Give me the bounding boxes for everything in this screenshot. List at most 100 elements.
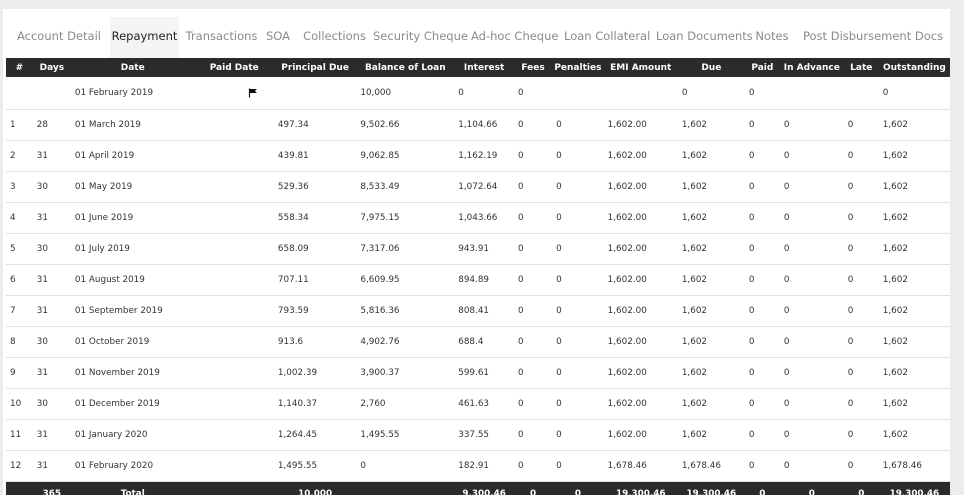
tab-security-cheque[interactable]: Security Cheque bbox=[373, 17, 468, 62]
col-balance-of-loan-cell: 1,495.55 bbox=[356, 419, 455, 451]
col-paid-date-cell bbox=[194, 450, 274, 482]
col-index-cell: 8 bbox=[6, 326, 33, 358]
col-outstanding-cell: 1,602 bbox=[878, 264, 950, 296]
col-days-cell: 30 bbox=[32, 233, 71, 265]
col-fees-cell: 0 bbox=[514, 388, 553, 420]
tab-loan-documents[interactable]: Loan Documents bbox=[656, 17, 753, 62]
col-late-header[interactable]: Late bbox=[843, 58, 879, 77]
col-emi-amount-cell: 1,602.00 bbox=[603, 295, 678, 327]
col-outstanding-cell: 1,602 bbox=[878, 295, 950, 327]
col-principal-due-cell: 439.81 bbox=[273, 140, 357, 172]
col-late-cell: 0 bbox=[843, 357, 879, 389]
col-days-cell: 31 bbox=[32, 202, 71, 234]
col-principal-due-cell: 707.11 bbox=[273, 264, 357, 296]
col-fees-cell: 0 bbox=[514, 264, 553, 296]
col-principal-due-cell: 529.36 bbox=[273, 171, 357, 203]
col-paid-date-header[interactable]: Paid Date bbox=[194, 58, 274, 77]
col-interest-cell: 808.41 bbox=[454, 295, 514, 327]
col-paid-date-cell bbox=[194, 77, 274, 110]
col-emi-amount-total: 19,300.46 bbox=[603, 481, 678, 495]
col-emi-amount-header[interactable]: EMI Amount bbox=[603, 58, 678, 77]
col-days-cell: 31 bbox=[32, 357, 71, 389]
col-balance-of-loan-cell: 9,062.85 bbox=[356, 140, 455, 172]
col-outstanding-header[interactable]: Outstanding bbox=[878, 58, 950, 77]
col-date-cell: 01 February 2019 bbox=[70, 77, 195, 110]
col-date-header[interactable]: Date bbox=[70, 58, 195, 77]
col-date-cell: 01 December 2019 bbox=[70, 388, 195, 420]
col-balance-of-loan-total bbox=[356, 481, 455, 495]
col-interest-header[interactable]: Interest bbox=[454, 58, 514, 77]
col-balance-of-loan-cell: 10,000 bbox=[356, 77, 455, 110]
tab-repayment[interactable]: Repayment bbox=[110, 17, 179, 62]
col-due-cell: 1,678.46 bbox=[677, 450, 745, 482]
col-paid-cell: 0 bbox=[744, 357, 780, 389]
tab-account-detail[interactable]: Account Detail bbox=[17, 17, 101, 62]
col-due-cell: 1,602 bbox=[677, 388, 745, 420]
table-total-row: 365 Total 10,000 9,300.46 0 0 19,300.46 19,300.… bbox=[6, 481, 950, 495]
col-fees-cell: 0 bbox=[514, 109, 553, 141]
tab-ad-hoc-cheque[interactable]: Ad-hoc Cheque bbox=[471, 17, 558, 62]
col-late-cell: 0 bbox=[843, 295, 879, 327]
col-late-cell: 0 bbox=[843, 264, 879, 296]
col-index-cell: 3 bbox=[6, 171, 33, 203]
col-outstanding-cell: 1,602 bbox=[878, 419, 950, 451]
col-principal-due-total: 10,000 bbox=[273, 481, 357, 495]
tab-loan-collateral[interactable]: Loan Collateral bbox=[564, 17, 650, 62]
col-paid-cell: 0 bbox=[744, 295, 780, 327]
tab-collections[interactable]: Collections bbox=[301, 17, 368, 62]
col-principal-due-cell: 793.59 bbox=[273, 295, 357, 327]
col-days-total: 365 bbox=[32, 481, 71, 495]
col-late-cell: 0 bbox=[843, 450, 879, 482]
col-date-cell: 01 June 2019 bbox=[70, 202, 195, 234]
col-penalties-cell: 0 bbox=[552, 171, 604, 203]
col-paid-header[interactable]: Paid bbox=[744, 58, 780, 77]
col-in-advance-header[interactable]: In Advance bbox=[779, 58, 844, 77]
col-due-header[interactable]: Due bbox=[677, 58, 745, 77]
col-principal-due-header[interactable]: Principal Due bbox=[273, 58, 357, 77]
tab-soa[interactable]: SOA bbox=[262, 17, 294, 62]
col-emi-amount-cell: 1,602.00 bbox=[603, 388, 678, 420]
col-date-total: Total bbox=[70, 481, 195, 495]
col-in-advance-cell: 0 bbox=[779, 109, 844, 141]
tab-transactions[interactable]: Transactions bbox=[183, 17, 260, 62]
col-outstanding-cell: 1,602 bbox=[878, 233, 950, 265]
col-days-cell: 30 bbox=[32, 388, 71, 420]
col-fees-total: 0 bbox=[514, 481, 553, 495]
table-row: 9 31 01 November 2019 1,002.39 3,900.37 599.6… bbox=[6, 357, 950, 389]
col-date-cell: 01 April 2019 bbox=[70, 140, 195, 172]
col-interest-cell: 1,104.66 bbox=[454, 109, 514, 141]
col-due-cell: 1,602 bbox=[677, 419, 745, 451]
col-balance-of-loan-cell: 3,900.37 bbox=[356, 357, 455, 389]
col-date-cell: 01 October 2019 bbox=[70, 326, 195, 358]
col-date-cell: 01 May 2019 bbox=[70, 171, 195, 203]
col-index-cell: 9 bbox=[6, 357, 33, 389]
col-emi-amount-cell: 1,602.00 bbox=[603, 171, 678, 203]
col-index-header[interactable]: # bbox=[6, 58, 33, 77]
col-due-cell: 1,602 bbox=[677, 295, 745, 327]
col-balance-of-loan-cell: 9,502.66 bbox=[356, 109, 455, 141]
col-interest-cell: 943.91 bbox=[454, 233, 514, 265]
tab-notes[interactable]: Notes bbox=[755, 17, 789, 62]
col-penalties-total: 0 bbox=[552, 481, 604, 495]
col-balance-of-loan-header[interactable]: Balance of Loan bbox=[356, 58, 455, 77]
col-days-header[interactable]: Days bbox=[32, 58, 71, 77]
col-emi-amount-cell: 1,602.00 bbox=[603, 419, 678, 451]
col-paid-cell: 0 bbox=[744, 419, 780, 451]
col-paid-cell: 0 bbox=[744, 171, 780, 203]
col-paid-cell: 0 bbox=[744, 450, 780, 482]
col-paid-date-cell bbox=[194, 202, 274, 234]
col-paid-date-cell bbox=[194, 388, 274, 420]
col-interest-total: 9,300.46 bbox=[454, 481, 514, 495]
col-fees-header[interactable]: Fees bbox=[514, 58, 553, 77]
col-emi-amount-cell: 1,602.00 bbox=[603, 357, 678, 389]
col-in-advance-cell bbox=[779, 77, 844, 110]
col-interest-cell: 182.91 bbox=[454, 450, 514, 482]
col-balance-of-loan-cell: 6,609.95 bbox=[356, 264, 455, 296]
col-paid-cell: 0 bbox=[744, 202, 780, 234]
col-penalties-header[interactable]: Penalties bbox=[552, 58, 604, 77]
col-fees-cell: 0 bbox=[514, 357, 553, 389]
col-interest-cell: 0 bbox=[454, 77, 514, 110]
tab-post-disbursement-docs[interactable]: Post Disbursement Docs bbox=[803, 17, 943, 62]
col-fees-cell: 0 bbox=[514, 140, 553, 172]
col-due-cell: 1,602 bbox=[677, 202, 745, 234]
